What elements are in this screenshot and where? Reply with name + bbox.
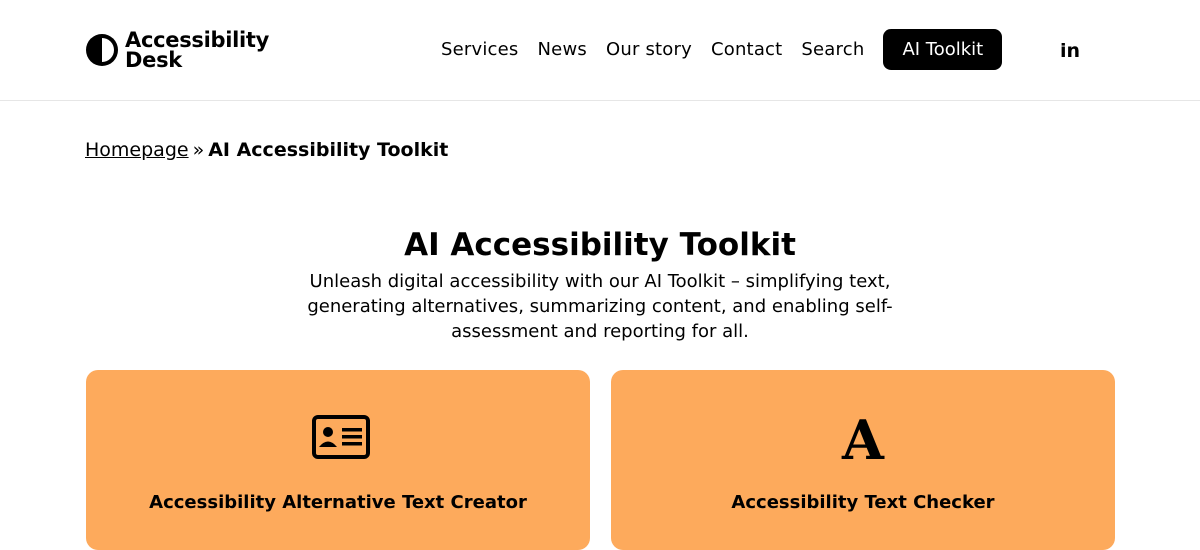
site-logo[interactable]: Accessibility Desk xyxy=(85,28,269,72)
breadcrumb-home-link[interactable]: Homepage xyxy=(85,139,189,161)
breadcrumb: Homepage» AI Accessibility Toolkit xyxy=(85,139,448,161)
nav-contact[interactable]: Contact xyxy=(711,39,782,60)
card-alt-text-creator[interactable]: Accessibility Alternative Text Creator xyxy=(86,370,590,550)
main-nav: Services News Our story Contact Search A… xyxy=(441,29,1003,70)
letter-a-icon: A xyxy=(841,414,885,462)
page-title: AI Accessibility Toolkit xyxy=(404,227,796,263)
hero-section: AI Accessibility Toolkit Unleash digital… xyxy=(0,226,1200,344)
card-title: Accessibility Alternative Text Creator xyxy=(149,492,527,513)
breadcrumb-separator: » xyxy=(192,139,205,161)
nav-our-story[interactable]: Our story xyxy=(606,39,692,60)
linkedin-icon[interactable]: in xyxy=(1060,40,1080,62)
letter-a-glyph: A xyxy=(841,414,885,462)
id-card-icon xyxy=(312,415,370,459)
logo-line-1: Accessibility xyxy=(125,28,270,52)
nav-news[interactable]: News xyxy=(538,39,587,60)
site-header: Accessibility Desk Services News Our sto… xyxy=(0,0,1200,101)
ai-toolkit-button[interactable]: AI Toolkit xyxy=(883,29,1003,70)
logo-line-2: Desk xyxy=(125,48,182,72)
card-title: Accessibility Text Checker xyxy=(731,492,995,513)
card-text-checker[interactable]: A Accessibility Text Checker xyxy=(611,370,1115,550)
logo-wordmark: Accessibility Desk xyxy=(125,28,270,72)
breadcrumb-current: AI Accessibility Toolkit xyxy=(208,139,449,161)
nav-search[interactable]: Search xyxy=(801,39,864,60)
logo-mark-icon xyxy=(86,34,118,66)
nav-services[interactable]: Services xyxy=(441,39,519,60)
page-description: Unleash digital accessibility with our A… xyxy=(307,271,893,342)
